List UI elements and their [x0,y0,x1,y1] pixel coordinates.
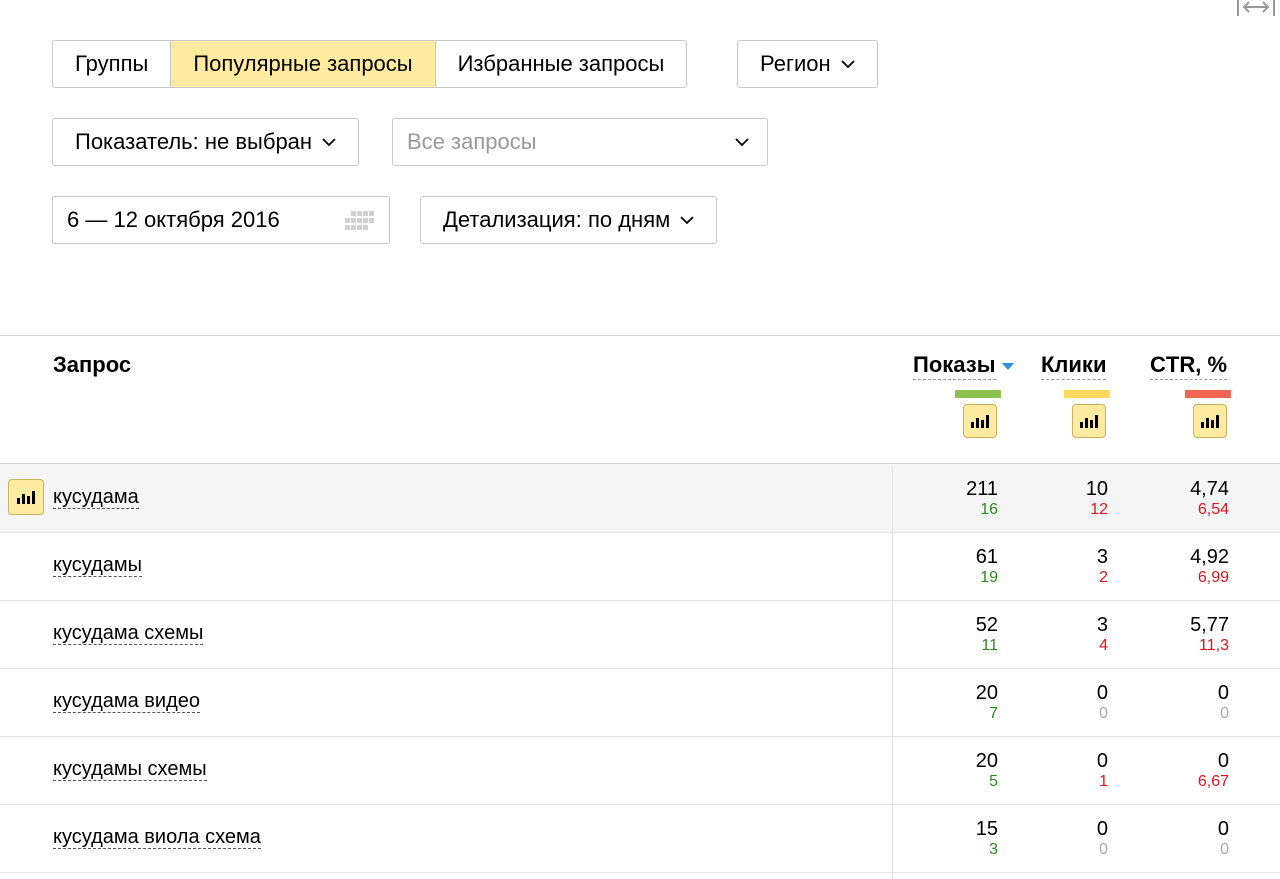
shows-delta: 11 [981,637,998,654]
ctr-chart-button[interactable] [1193,404,1227,438]
ctr-color-marker [1185,390,1231,398]
expand-width-icon[interactable] [1236,0,1276,18]
bar-chart-icon [1080,415,1098,428]
shows-value: 20 [975,750,998,772]
clicks-value: 0 [1096,818,1108,840]
report-tabs: Группы Популярные запросы Избранные запр… [52,40,688,88]
clicks-value: 3 [1096,614,1108,636]
clicks-value: 3 [1096,546,1108,568]
shows-value: 20 [975,682,998,704]
shows-delta: 16 [980,501,998,518]
column-header-query: Запрос [53,352,132,377]
clicks-delta: 12 [1090,501,1108,518]
calendar-icon[interactable] [343,209,375,233]
shows-chart-button[interactable] [963,404,997,438]
ctr-delta: 11,3 [1199,637,1229,654]
clicks-delta: 1 [1099,773,1108,790]
region-label: Регион [760,51,831,76]
query-link[interactable]: кусудама видео [53,690,201,713]
ctr-value: 0 [1217,818,1229,840]
clicks-delta: 0 [1099,841,1108,858]
row-chart-button[interactable] [8,479,44,515]
shows-color-marker [955,390,1001,398]
ctr-value: 4,92 [1190,546,1229,568]
clicks-delta: 2 [1099,569,1108,586]
column-header-shows-label: Показы [913,352,996,380]
shows-delta: 19 [980,569,998,586]
table-row[interactable]: кусудамы 61 19 3 2 4,92 6,99 [0,532,1280,601]
table-row[interactable]: кусудама 211 16 10 12 4,74 6,54 [0,464,1280,533]
column-header-clicks-label: Клики [1041,352,1107,380]
clicks-color-marker [1064,390,1110,398]
sort-desc-icon [1001,362,1014,370]
query-link[interactable]: кусудамы [53,554,143,577]
ctr-value: 0 [1217,750,1229,772]
detail-dropdown[interactable]: Детализация: по дням [420,196,718,244]
table-row[interactable]: кусудама видео 20 7 0 0 0 0 [0,668,1280,737]
detail-label: Детализация: по дням [443,207,671,232]
metric-dropdown[interactable]: Показатель: не выбран [52,118,360,166]
tab-popular-queries[interactable]: Популярные запросы [171,41,436,87]
ctr-delta: 6,67 [1197,773,1229,790]
chevron-down-icon [735,138,749,147]
clicks-chart-button[interactable] [1072,404,1106,438]
tab-groups[interactable]: Группы [53,41,172,87]
shows-value: 52 [975,614,998,636]
ctr-delta: 6,99 [1197,569,1229,586]
clicks-value: 0 [1096,750,1108,772]
bar-chart-icon [1201,415,1219,428]
bar-chart-icon [17,491,35,504]
query-link[interactable]: кусудама схемы [53,622,204,645]
date-range-value: 6 — 12 октября 2016 [67,207,280,232]
column-header-ctr[interactable]: CTR, % [1150,352,1227,380]
region-dropdown[interactable]: Регион [737,40,878,88]
table-row[interactable]: кусудама схемы 52 11 3 4 5,77 11,3 [0,600,1280,669]
ctr-delta: 6,54 [1197,501,1229,518]
shows-value: 61 [975,546,998,568]
ctr-value: 5,77 [1190,614,1229,636]
shows-delta: 3 [989,841,998,858]
clicks-value: 10 [1085,478,1108,500]
shows-value: 15 [975,818,998,840]
query-link[interactable]: кусудама виола схема [53,826,261,849]
chevron-down-icon [680,216,694,225]
shows-value: 211 [966,478,998,500]
chevron-down-icon [841,60,855,69]
shows-delta: 5 [989,773,998,790]
query-link[interactable]: кусудама [53,486,139,509]
chevron-down-icon [322,138,336,147]
clicks-value: 0 [1096,682,1108,704]
ctr-value: 4,74 [1190,478,1229,500]
ctr-delta: 0 [1220,841,1229,858]
shows-delta: 7 [989,705,998,722]
clicks-delta: 4 [1099,637,1108,654]
date-range-input[interactable]: 6 — 12 октября 2016 [52,196,390,244]
tab-favorite-queries[interactable]: Избранные запросы [436,41,687,87]
query-filter-placeholder: Все запросы [407,129,537,154]
ctr-delta: 0 [1220,705,1229,722]
clicks-delta: 0 [1099,705,1108,722]
query-filter-select[interactable]: Все запросы [392,118,768,166]
query-link[interactable]: кусудамы схемы [53,758,207,781]
table-top-divider [0,335,1280,336]
column-header-shows[interactable]: Показы [913,352,1014,380]
table-row[interactable]: кусудамы схемы 20 5 0 1 0 6,67 [0,736,1280,805]
column-header-clicks[interactable]: Клики [1041,352,1107,380]
column-divider [892,465,893,879]
metric-label: Показатель: не выбран [75,129,313,154]
ctr-value: 0 [1217,682,1229,704]
bar-chart-icon [971,415,989,428]
column-header-ctr-label: CTR, % [1150,352,1227,380]
table-row[interactable]: кусудама виола схема 15 3 0 0 0 0 [0,804,1280,873]
